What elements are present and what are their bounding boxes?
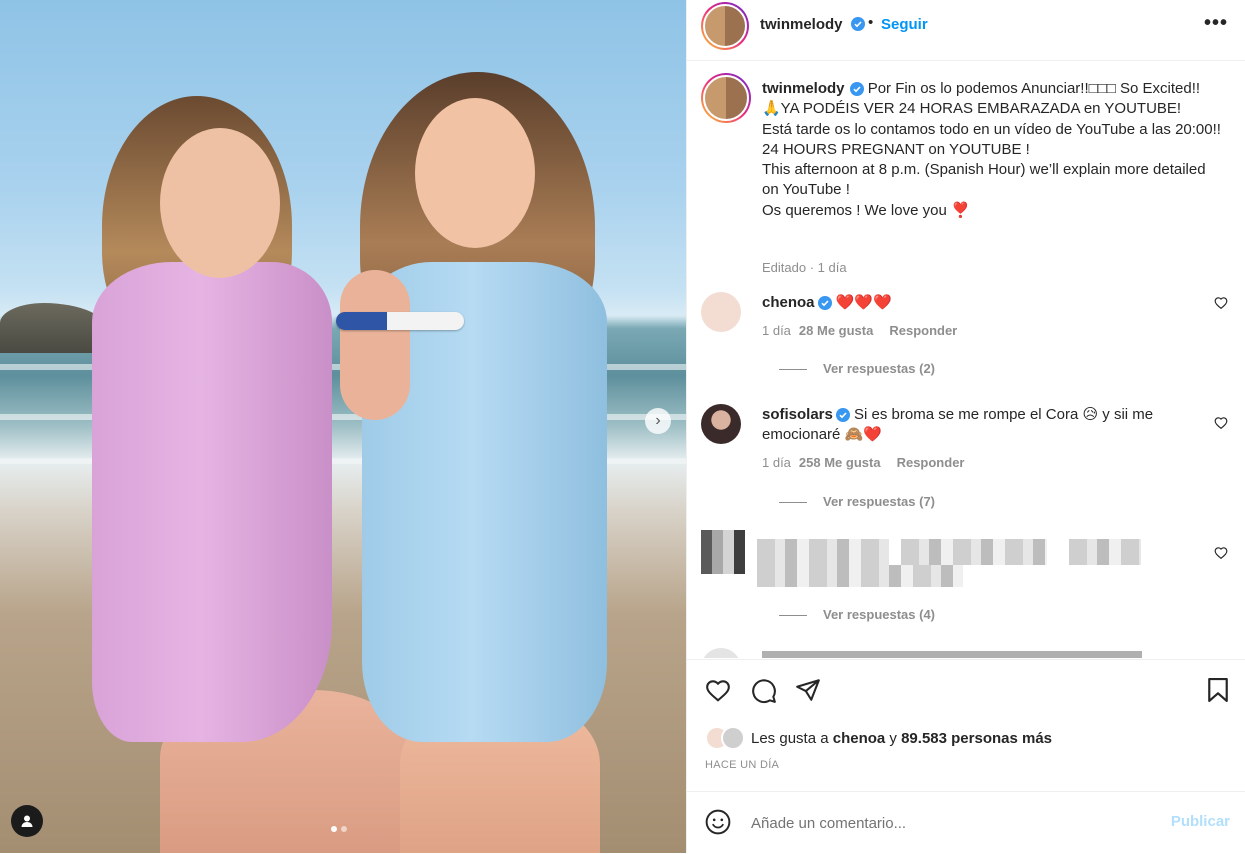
comment-likes[interactable]: 28 Me gusta (799, 323, 873, 338)
caption-meta: Editado · 1 día (762, 260, 847, 275)
cut-off-text (762, 651, 1142, 658)
caption-line: Está tarde os lo contamos todo en un víd… (762, 120, 1221, 138)
more-options-icon[interactable]: ••• (1204, 12, 1228, 35)
likes-text: Les gusta a chenoa y 89.583 personas más (751, 730, 1052, 747)
caption-line: Os queremos ! We love you ❣️ (762, 201, 970, 219)
bookmark-icon[interactable] (1207, 678, 1229, 702)
pixelated-text (901, 539, 1047, 565)
heart-icon[interactable] (1214, 296, 1228, 309)
post-actions: Les gusta a chenoa y 89.583 personas más… (687, 659, 1245, 790)
comment-composer: Publicar (687, 791, 1245, 854)
post-header: twinmelody • Seguir ••• (687, 0, 1245, 61)
likes-summary: Les gusta a chenoa y 89.583 personas más (705, 726, 1052, 750)
comment-text: ❤️❤️❤️ (835, 294, 892, 311)
likes-middle: y (885, 729, 902, 747)
reply-button[interactable]: Responder (889, 323, 957, 338)
comments-list[interactable]: twinmelody Por Fin os lo podemos Anuncia… (687, 61, 1245, 658)
avatar[interactable] (701, 292, 741, 332)
post-timestamp[interactable]: HACE UN DÍA (705, 759, 779, 771)
comment-stats: 1 día 258 Me gusta Responder (762, 455, 980, 470)
caption-username[interactable]: twinmelody (762, 80, 845, 97)
pixelated-text (1069, 539, 1141, 565)
reply-button[interactable]: Responder (897, 455, 965, 470)
verified-badge-icon (849, 82, 864, 97)
chevron-right-icon[interactable]: › (645, 408, 671, 434)
post-photo[interactable]: › (0, 0, 686, 853)
liker-avatar[interactable] (721, 726, 745, 750)
pink-dress (92, 262, 332, 742)
pixelated-text (757, 539, 889, 565)
left-person-face (160, 128, 280, 278)
carousel-indicator (331, 826, 347, 832)
avatar[interactable] (701, 648, 741, 658)
heart-icon[interactable] (1214, 546, 1228, 559)
right-person-arm (340, 270, 410, 420)
comment-stats: 1 día 28 Me gusta Responder (762, 323, 973, 338)
right-person-face (415, 98, 535, 248)
avatar[interactable] (701, 404, 741, 444)
likes-count[interactable]: 89.583 personas más (901, 730, 1052, 747)
user-tag-icon[interactable] (11, 805, 43, 837)
author-username[interactable]: twinmelody (760, 16, 843, 33)
caption-line: 🙏YA PODÉIS VER 24 HORAS EMBARAZADA en YO… (762, 100, 1182, 118)
comment-icon[interactable] (751, 678, 777, 704)
view-replies[interactable]: Ver respuestas (2) (781, 361, 935, 376)
post-sidebar: twinmelody • Seguir ••• twinmelody Por F… (686, 0, 1245, 853)
likes-prefix: Les gusta a (751, 729, 833, 747)
follow-button[interactable]: Seguir (881, 16, 928, 33)
verified-badge-icon (851, 17, 865, 31)
caption-line: This afternoon at 8 p.m. (Spanish Hour) … (762, 161, 1206, 199)
pixelated-avatar[interactable] (701, 530, 745, 574)
emoji-icon[interactable] (705, 809, 731, 835)
comment-likes[interactable]: 258 Me gusta (799, 455, 881, 470)
heart-icon[interactable] (1214, 416, 1228, 429)
comment-time[interactable]: 1 día (762, 323, 791, 338)
author-avatar[interactable] (701, 73, 751, 123)
view-replies[interactable]: Ver respuestas (7) (781, 494, 935, 509)
heart-icon[interactable] (705, 678, 731, 702)
verified-badge-icon (817, 296, 832, 311)
carousel-dot (341, 826, 347, 832)
comment-username[interactable]: sofisolars (762, 406, 833, 423)
comment-body: chenoa ❤️❤️❤️ (762, 293, 1182, 313)
pixelated-text (757, 565, 963, 587)
comment-body: sofisolars Si es broma se me rompe el Co… (762, 405, 1182, 446)
caption-line: Por Fin os lo podemos Anunciar!!□□□ So E… (867, 80, 1201, 97)
caption-line: 24 HOURS PREGNANT on YOUTUBE ! (762, 140, 1030, 158)
view-replies[interactable]: Ver respuestas (4) (781, 607, 935, 622)
verified-badge-icon (835, 408, 850, 423)
pregnancy-test (336, 312, 464, 330)
comment-input[interactable] (749, 810, 1153, 836)
send-icon[interactable] (795, 678, 821, 702)
carousel-dot (331, 826, 337, 832)
comment-username[interactable]: chenoa (762, 294, 815, 311)
separator: • (868, 14, 874, 31)
caption-text: twinmelody Por Fin os lo podemos Anuncia… (762, 79, 1222, 221)
comment-time[interactable]: 1 día (762, 455, 791, 470)
liker-username[interactable]: chenoa (833, 730, 886, 747)
author-avatar[interactable] (701, 2, 749, 50)
publish-button[interactable]: Publicar (1171, 813, 1230, 830)
